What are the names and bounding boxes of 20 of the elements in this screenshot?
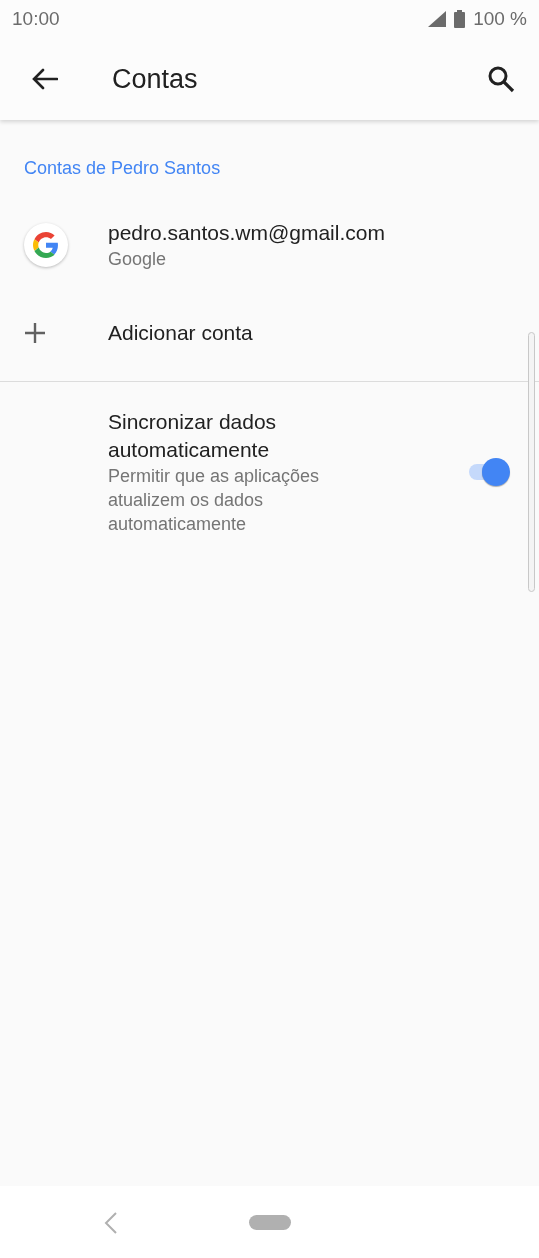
home-button[interactable] (248, 1214, 291, 1230)
nav-back-button[interactable] (104, 1212, 118, 1234)
chevron-left-icon (104, 1212, 118, 1234)
setting-title: Sincronizar dados automaticamente (108, 409, 278, 463)
signal-icon (428, 11, 447, 27)
account-item[interactable]: pedro.santos.wm@gmail.com Google (0, 205, 539, 285)
battery-icon (454, 10, 466, 28)
section-header: Contas de Pedro Santos (23, 158, 222, 179)
account-type: Google (108, 248, 168, 271)
plus-icon (24, 322, 46, 344)
google-logo-icon (33, 232, 59, 258)
screen-title: Contas (112, 63, 199, 95)
clock: 10:00 (12, 8, 60, 30)
account-email: pedro.santos.wm@gmail.com (108, 220, 386, 246)
add-account-item[interactable]: Adicionar conta (0, 285, 539, 381)
battery-level: 100 % (473, 8, 527, 30)
search-icon (487, 65, 515, 93)
back-arrow-icon (32, 68, 58, 90)
add-account-label: Adicionar conta (108, 320, 254, 346)
setting-summary: Permitir que as aplicações atualizem os dados automaticamente (108, 465, 321, 536)
